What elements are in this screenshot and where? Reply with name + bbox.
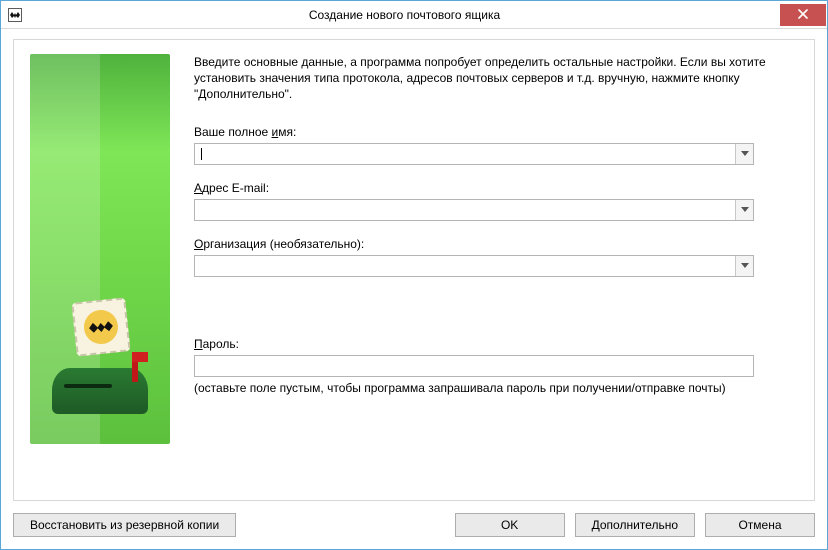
chevron-down-icon [741,151,749,157]
field-email: Адрес E-mail: [194,181,798,221]
restore-button[interactable]: Восстановить из резервной копии [13,513,236,537]
org-input[interactable] [195,256,735,276]
name-dropdown-button[interactable] [735,144,753,164]
password-label: Пароль: [194,337,798,351]
wizard-illustration [30,54,170,444]
password-input[interactable] [195,356,753,376]
name-input[interactable] [195,144,735,164]
button-row: Восстановить из резервной копии OK Допол… [13,501,815,537]
name-label: Ваше полное имя: [194,125,798,139]
intro-text: Введите основные данные, а программа поп… [194,54,774,103]
content-panel: Введите основные данные, а программа поп… [13,39,815,501]
email-input[interactable] [195,200,735,220]
field-password: Пароль: (оставьте поле пустым, чтобы про… [194,337,798,395]
org-label: Организация (необязательно): [194,237,798,251]
name-input-combo[interactable] [194,143,754,165]
advanced-button[interactable]: Дополнительно [575,513,695,537]
chevron-down-icon [741,207,749,213]
titlebar: Создание нового почтового ящика [1,1,827,29]
email-label: Адрес E-mail: [194,181,798,195]
ok-button[interactable]: OK [455,513,565,537]
org-input-combo[interactable] [194,255,754,277]
password-hint: (оставьте поле пустым, чтобы программа з… [194,381,798,395]
close-button[interactable] [780,4,826,26]
field-org: Организация (необязательно): [194,237,798,277]
app-icon [7,7,23,23]
window-title: Создание нового почтового ящика [29,8,780,22]
email-input-combo[interactable] [194,199,754,221]
form-area: Введите основные данные, а программа поп… [170,54,798,484]
email-dropdown-button[interactable] [735,200,753,220]
org-dropdown-button[interactable] [735,256,753,276]
dialog-window: Создание нового почтового ящика Введит [0,0,828,550]
chevron-down-icon [741,263,749,269]
cancel-button[interactable]: Отмена [705,513,815,537]
password-input-wrap[interactable] [194,355,754,377]
field-name: Ваше полное имя: [194,125,798,165]
dialog-body: Введите основные данные, а программа поп… [1,29,827,549]
mailbox-icon [52,334,148,414]
